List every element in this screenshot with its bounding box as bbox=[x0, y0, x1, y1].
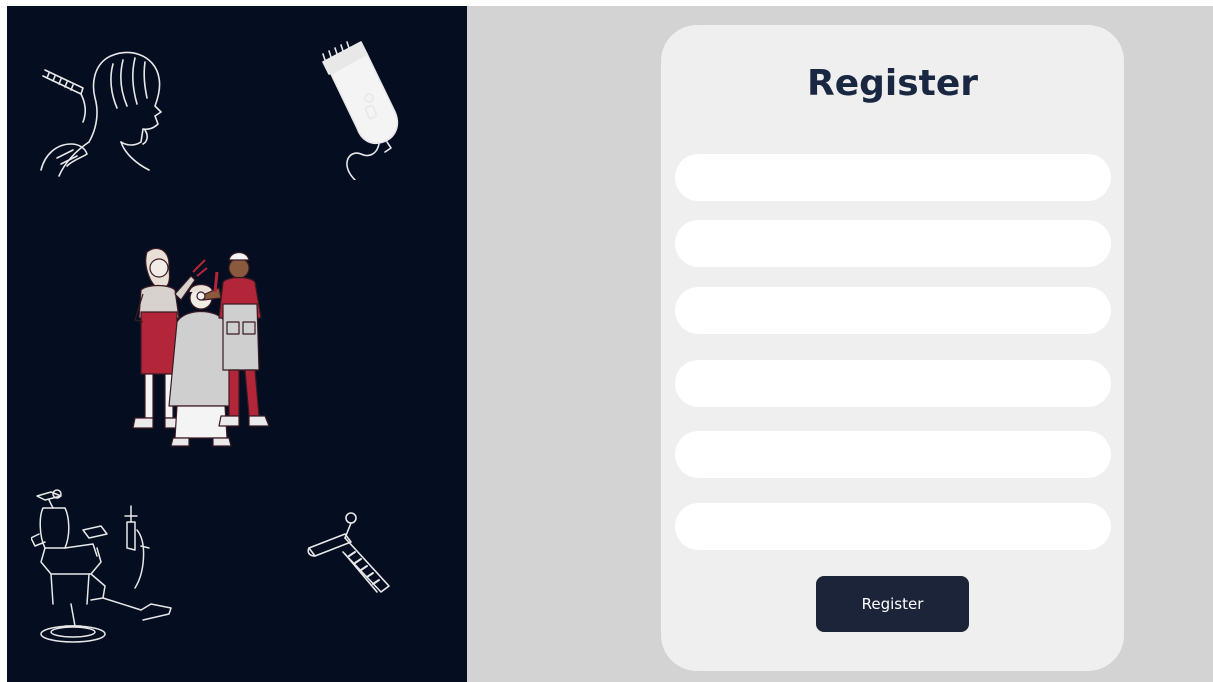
hair-clipper-illustration bbox=[317, 40, 407, 180]
register-field-2[interactable] bbox=[675, 220, 1111, 267]
barber-chair-illustration bbox=[31, 486, 181, 646]
register-field-4[interactable] bbox=[675, 360, 1111, 407]
register-title: Register bbox=[806, 63, 979, 104]
comb-and-clip-illustration bbox=[305, 508, 393, 598]
hairdresser-haircut-illustration bbox=[37, 46, 172, 181]
form-panel: Register Register bbox=[467, 6, 1213, 682]
register-field-5[interactable] bbox=[675, 431, 1111, 478]
stylists-with-client-illustration bbox=[119, 242, 289, 452]
register-button[interactable]: Register bbox=[816, 576, 969, 632]
page-frame: Register Register bbox=[7, 6, 1213, 682]
register-field-1[interactable] bbox=[675, 154, 1111, 201]
illustration-panel bbox=[7, 6, 467, 682]
register-field-3[interactable] bbox=[675, 287, 1111, 334]
register-card: Register Register bbox=[661, 25, 1124, 671]
register-field-6[interactable] bbox=[675, 503, 1111, 550]
